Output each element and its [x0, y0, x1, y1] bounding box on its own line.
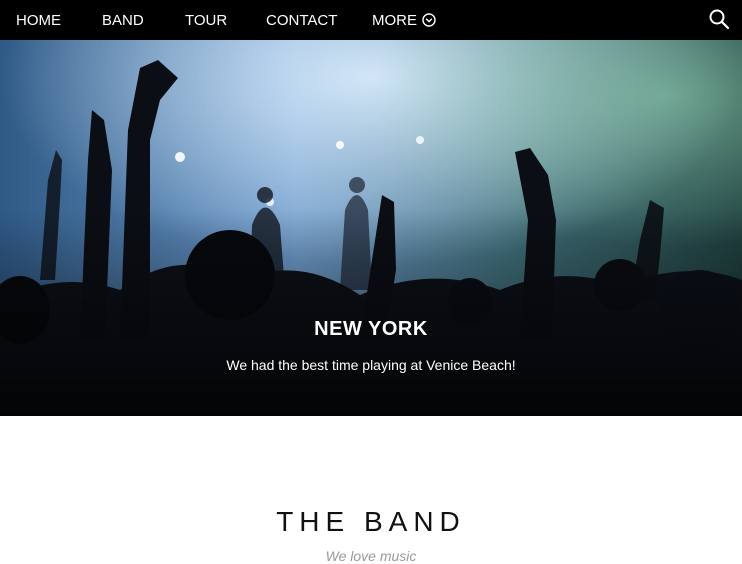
search-button[interactable] [708, 8, 732, 32]
section-subtitle: We love music [325, 548, 417, 564]
hero-title: NEW YORK [314, 318, 428, 340]
nav-contact-link[interactable]: CONTACT [266, 0, 337, 40]
section-title: THE BAND [276, 506, 466, 538]
top-navbar: HOME BAND TOUR CONTACT MORE [0, 0, 742, 40]
hero-slide: NEW YORK We had the best time playing at… [0, 40, 742, 416]
chevron-down-circle-icon [422, 13, 436, 27]
nav-home-link[interactable]: HOME [16, 0, 61, 40]
hero-subtitle: We had the best time playing at Venice B… [226, 357, 516, 373]
nav-more-dropdown[interactable]: MORE [372, 0, 436, 40]
nav-more-label: MORE [372, 11, 417, 29]
nav-tour-link[interactable]: TOUR [185, 0, 227, 40]
nav-band-link[interactable]: BAND [102, 0, 144, 40]
search-icon [709, 9, 730, 30]
